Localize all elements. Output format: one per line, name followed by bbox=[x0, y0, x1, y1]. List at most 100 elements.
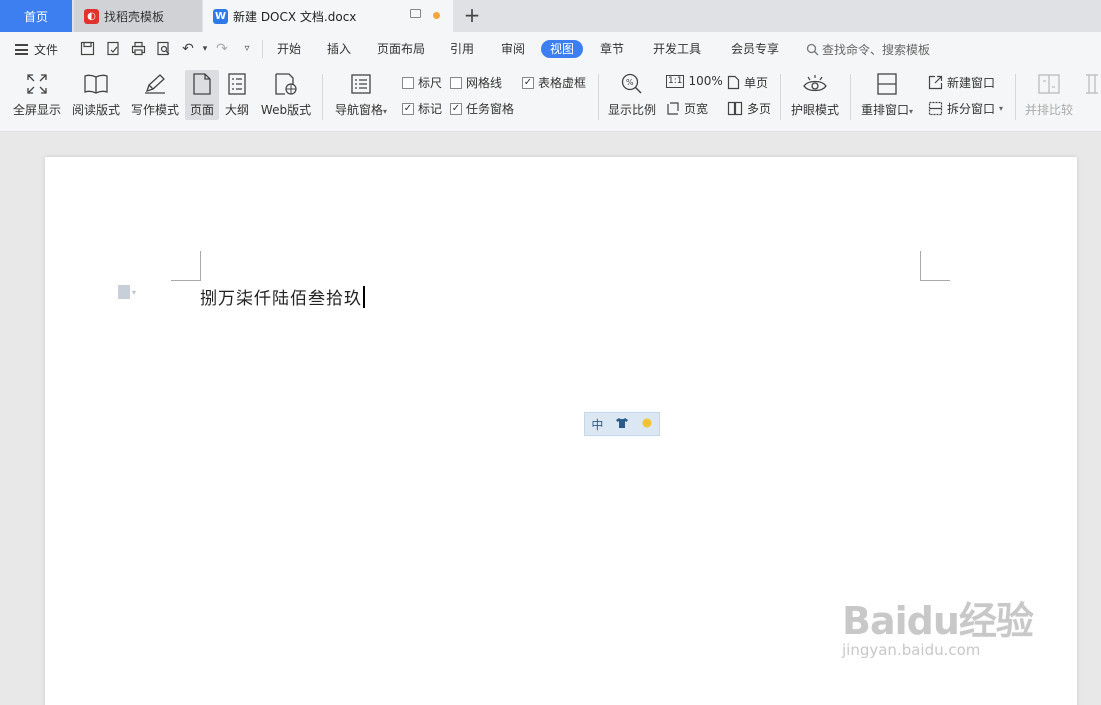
tab-home[interactable]: 首页 bbox=[0, 0, 72, 32]
hamburger-icon bbox=[15, 44, 28, 55]
paragraph-options[interactable]: ▾ bbox=[118, 285, 136, 299]
menu-page-layout[interactable]: 页面布局 bbox=[377, 41, 425, 57]
page-width-button[interactable]: 页宽 bbox=[666, 100, 708, 117]
tab-template[interactable]: ◐ 找稻壳模板 bbox=[74, 0, 202, 32]
search-command[interactable]: 查找命令、搜索模板 bbox=[806, 41, 930, 58]
task-pane-checkbox[interactable]: ✓ 任务窗格 bbox=[450, 100, 514, 117]
writing-mode-button[interactable]: 写作模式 bbox=[129, 70, 181, 118]
single-page-icon bbox=[727, 75, 740, 90]
nav-pane-text: 导航窗格 bbox=[334, 103, 383, 117]
ruler-checkbox[interactable]: 标尺 bbox=[402, 74, 442, 91]
book-icon bbox=[83, 70, 109, 98]
multi-page-label: 多页 bbox=[747, 102, 772, 116]
fullscreen-button[interactable]: 全屏显示 bbox=[8, 70, 66, 118]
zoom-100-button[interactable]: 1:1 100% bbox=[666, 74, 723, 88]
print-icon[interactable] bbox=[130, 41, 146, 57]
new-window-button[interactable]: 新建窗口 bbox=[928, 74, 995, 91]
table-gridlines-checkbox-box[interactable]: ✓ bbox=[522, 76, 534, 89]
sync-scroll-button[interactable] bbox=[1082, 70, 1101, 101]
customize-quick-access-icon[interactable]: ▿ bbox=[239, 41, 255, 57]
separator bbox=[262, 40, 263, 58]
baidu-watermark: Baidu经验 jingyan.baidu.com bbox=[842, 590, 1034, 659]
ruler-checkbox-box[interactable] bbox=[402, 76, 414, 89]
rearrange-label: 重排窗口▾ bbox=[861, 101, 913, 118]
gridlines-checkbox[interactable]: 网格线 bbox=[450, 74, 502, 91]
search-icon bbox=[806, 43, 819, 56]
margin-corner-top-left bbox=[171, 251, 201, 281]
svg-text:%: % bbox=[626, 78, 634, 87]
nav-pane-label: 导航窗格▾ bbox=[335, 101, 387, 118]
eye-protect-button[interactable]: 护眼模式 bbox=[786, 70, 844, 118]
file-menu[interactable]: 文件 bbox=[15, 41, 58, 58]
split-window-label: 拆分窗口 bbox=[947, 102, 996, 116]
page-width-icon bbox=[667, 101, 679, 115]
margin-corner-top-right bbox=[920, 251, 950, 281]
marks-checkbox[interactable]: ✓ 标记 bbox=[402, 100, 442, 117]
zoom-magnifier-icon: % bbox=[620, 70, 644, 98]
menu-developer[interactable]: 开发工具 bbox=[653, 41, 701, 57]
monitor-icon[interactable] bbox=[410, 9, 421, 18]
single-page-label: 单页 bbox=[744, 76, 769, 90]
rearrange-text: 重排窗口 bbox=[860, 103, 909, 117]
menu-start[interactable]: 开始 bbox=[277, 41, 301, 57]
reading-mode-button[interactable]: 阅读版式 bbox=[70, 70, 122, 118]
nav-pane-button[interactable]: 导航窗格▾ bbox=[330, 70, 392, 118]
table-gridlines-checkbox[interactable]: ✓ 表格虚框 bbox=[522, 74, 586, 91]
daoke-logo-icon: ◐ bbox=[84, 8, 99, 24]
gridlines-checkbox-box[interactable] bbox=[450, 76, 462, 89]
marks-checkbox-box[interactable]: ✓ bbox=[402, 102, 414, 115]
undo-dropdown-icon[interactable]: ▾ bbox=[197, 41, 213, 57]
separator bbox=[780, 74, 781, 120]
task-pane-label: 任务窗格 bbox=[466, 102, 515, 116]
ime-toolbar[interactable]: 中 bbox=[584, 412, 660, 436]
menu-member[interactable]: 会员专享 bbox=[731, 41, 779, 57]
zoom-button[interactable]: % 显示比例 bbox=[604, 70, 660, 118]
menu-review[interactable]: 审阅 bbox=[501, 41, 525, 57]
chevron-down-icon: ▾ bbox=[999, 104, 1004, 113]
redo-icon[interactable]: ↷ bbox=[214, 41, 230, 57]
print-preview-icon[interactable] bbox=[155, 41, 171, 57]
eye-protect-label: 护眼模式 bbox=[790, 103, 839, 117]
web-view-button[interactable]: Web版式 bbox=[258, 70, 314, 118]
unsaved-dot-icon bbox=[433, 12, 440, 19]
fullscreen-label: 全屏显示 bbox=[12, 103, 61, 117]
multi-page-button[interactable]: 多页 bbox=[727, 100, 771, 117]
menu-references[interactable]: 引用 bbox=[450, 41, 474, 57]
paragraph-doc-icon bbox=[118, 285, 130, 299]
document-text: 捌万柒仟陆佰叁拾玖 bbox=[200, 289, 362, 309]
tab-bar: 首页 ◐ 找稻壳模板 W 新建 DOCX 文档.docx + bbox=[0, 0, 1101, 32]
menu-view[interactable]: 视图 bbox=[541, 40, 584, 58]
menu-chapter[interactable]: 章节 bbox=[600, 41, 624, 57]
ime-mode-toggle[interactable]: 中 bbox=[585, 416, 610, 433]
chevron-down-icon: ▾ bbox=[132, 287, 137, 297]
undo-icon[interactable]: ↶ bbox=[180, 41, 196, 57]
zoom-label: 显示比例 bbox=[607, 103, 656, 117]
menu-insert[interactable]: 插入 bbox=[327, 41, 351, 57]
zoom-100-icon: 1:1 bbox=[666, 74, 685, 88]
page-view-button[interactable]: 页面 bbox=[185, 70, 219, 120]
file-menu-label: 文件 bbox=[34, 43, 59, 57]
ribbon: 文件 ↶ ▾ ↷ ▿ 开始 插入 页面布局 引用 审阅 视图 章节 开发工具 会… bbox=[0, 32, 1101, 132]
single-page-button[interactable]: 单页 bbox=[727, 74, 768, 91]
separator bbox=[598, 74, 599, 120]
outline-icon bbox=[227, 70, 247, 98]
rearrange-icon bbox=[876, 70, 898, 98]
side-by-side-button[interactable]: 并排比较 bbox=[1020, 70, 1078, 118]
ime-skin-icon[interactable] bbox=[610, 417, 635, 431]
outline-view-button[interactable]: 大纲 bbox=[222, 70, 252, 118]
ime-settings-icon[interactable] bbox=[634, 417, 659, 432]
new-tab-button[interactable]: + bbox=[462, 4, 482, 26]
export-pdf-icon[interactable] bbox=[105, 41, 121, 57]
split-window-button[interactable]: 拆分窗口 ▾ bbox=[928, 100, 1003, 117]
save-icon[interactable] bbox=[79, 41, 95, 57]
split-window-icon bbox=[928, 101, 943, 116]
pen-icon bbox=[143, 70, 167, 98]
gridlines-label: 网格线 bbox=[466, 76, 503, 90]
separator bbox=[322, 74, 323, 120]
task-pane-checkbox-box[interactable]: ✓ bbox=[450, 102, 462, 115]
tab-document[interactable]: W 新建 DOCX 文档.docx bbox=[203, 0, 453, 32]
separator bbox=[850, 74, 851, 120]
rearrange-windows-button[interactable]: 重排窗口▾ bbox=[856, 70, 918, 118]
document-body-text[interactable]: 捌万柒仟陆佰叁拾玖 bbox=[200, 284, 365, 310]
page-icon bbox=[192, 70, 212, 98]
